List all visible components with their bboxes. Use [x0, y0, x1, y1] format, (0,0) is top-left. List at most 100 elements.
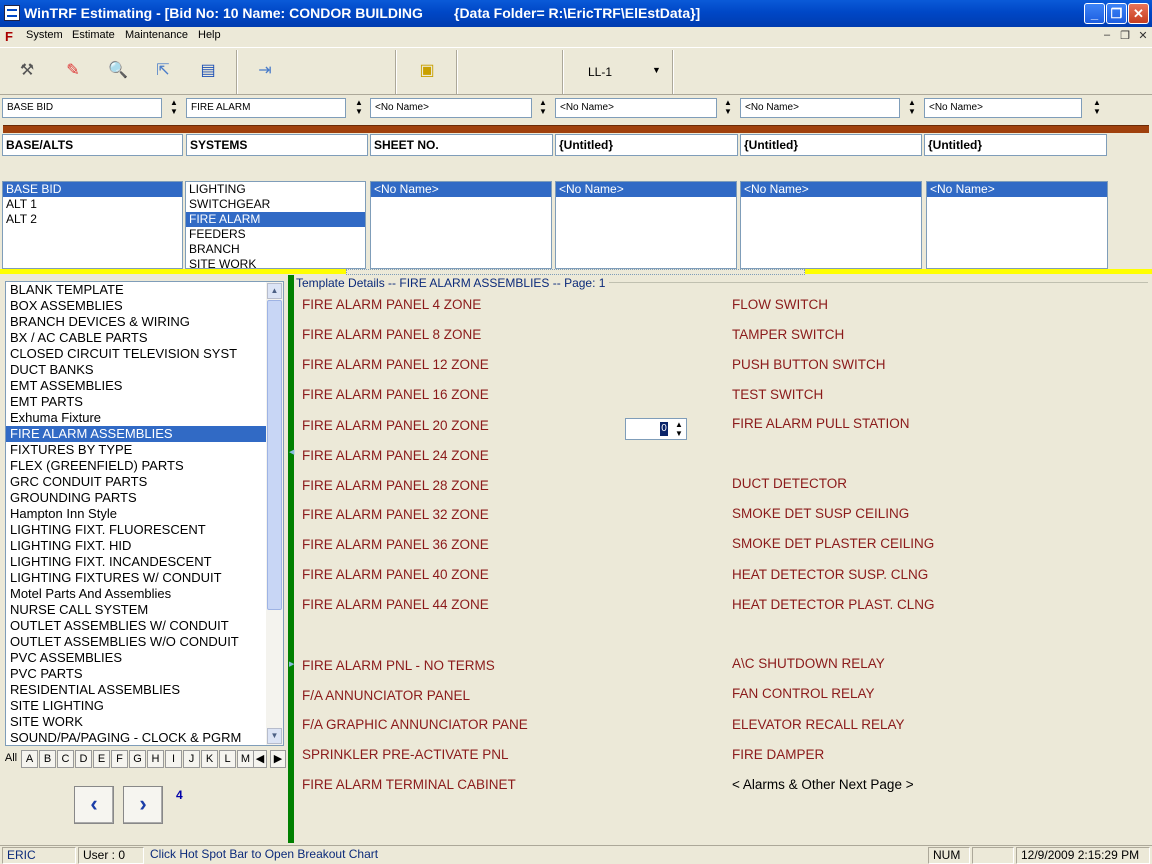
assembly-item[interactable]: PVC PARTS: [6, 666, 283, 682]
untitled2-list[interactable]: <No Name>: [740, 181, 922, 269]
alpha-c-button[interactable]: C: [57, 750, 74, 768]
assembly-item[interactable]: BX / AC CABLE PARTS: [6, 330, 283, 346]
template-item[interactable]: FIRE ALARM PANEL 28 ZONE: [302, 478, 489, 493]
eraser-icon[interactable]: ✎: [60, 58, 86, 84]
alpha-g-button[interactable]: G: [129, 750, 146, 768]
assembly-item[interactable]: CLOSED CIRCUIT TELEVISION SYST: [6, 346, 283, 362]
untitled3-list[interactable]: <No Name>: [926, 181, 1108, 269]
assembly-item[interactable]: RESIDENTIAL ASSEMBLIES: [6, 682, 283, 698]
menu-system[interactable]: System: [26, 29, 63, 41]
next-page-link[interactable]: < Alarms & Other Next Page >: [732, 777, 914, 792]
assembly-item[interactable]: Exhuma Fixture: [6, 410, 283, 426]
prev-page-button[interactable]: ‹: [74, 786, 114, 824]
template-item[interactable]: FIRE ALARM TERMINAL CABINET: [302, 777, 516, 792]
list-item[interactable]: ALT 2: [3, 212, 182, 227]
assembly-item[interactable]: BOX ASSEMBLIES: [6, 298, 283, 314]
template-item[interactable]: FIRE ALARM PANEL 40 ZONE: [302, 567, 489, 582]
untitled3-combo[interactable]: <No Name>: [924, 98, 1082, 118]
list-item[interactable]: <No Name>: [556, 182, 736, 197]
system-spin-icon[interactable]: ▲ ▼: [352, 98, 366, 118]
template-item[interactable]: FLOW SWITCH: [732, 297, 828, 312]
alpha-scroll-left-icon[interactable]: ◀: [253, 750, 267, 768]
alpha-scroll-right-icon[interactable]: ▶: [270, 750, 286, 768]
template-item[interactable]: F/A GRAPHIC ANNUNCIATOR PANE: [302, 717, 528, 732]
menu-maintenance[interactable]: Maintenance: [125, 29, 188, 41]
magnifier-icon[interactable]: 🔍: [105, 58, 131, 84]
alpha-l-button[interactable]: L: [219, 750, 236, 768]
template-item[interactable]: SMOKE DET PLASTER CEILING: [732, 536, 934, 551]
exit-door-icon[interactable]: ⇥: [252, 58, 278, 84]
untitled1-spin-icon[interactable]: ▲ ▼: [721, 98, 735, 118]
ruler-icon[interactable]: ▣: [414, 58, 440, 84]
assembly-item[interactable]: OUTLET ASSEMBLIES W/O CONDUIT: [6, 634, 283, 650]
alpha-k-button[interactable]: K: [201, 750, 218, 768]
list-item[interactable]: SWITCHGEAR: [186, 197, 365, 212]
list-item[interactable]: LIGHTING: [186, 182, 365, 197]
assembly-scrollbar[interactable]: ▲ ▼: [266, 282, 283, 745]
vertical-splitter[interactable]: [288, 275, 294, 843]
assembly-item[interactable]: FIXTURES BY TYPE: [6, 442, 283, 458]
alpha-a-button[interactable]: A: [21, 750, 38, 768]
alpha-all-button[interactable]: All: [2, 750, 20, 768]
assembly-item[interactable]: Motel Parts And Assemblies: [6, 586, 283, 602]
template-item[interactable]: FIRE ALARM PANEL 20 ZONE: [302, 418, 489, 433]
template-item[interactable]: FIRE ALARM PANEL 24 ZONE: [302, 448, 489, 463]
assembly-item[interactable]: GROUNDING PARTS: [6, 490, 283, 506]
assembly-item[interactable]: BLANK TEMPLATE: [6, 282, 283, 298]
assembly-item[interactable]: EMT PARTS: [6, 394, 283, 410]
alpha-m-button[interactable]: M: [237, 750, 254, 768]
template-item[interactable]: FIRE DAMPER: [732, 747, 824, 762]
list-item[interactable]: FIRE ALARM: [186, 212, 365, 227]
template-item[interactable]: FIRE ALARM PANEL 8 ZONE: [302, 327, 481, 342]
pointer-icon[interactable]: ⇱: [150, 58, 176, 84]
alpha-j-button[interactable]: J: [183, 750, 200, 768]
close-button[interactable]: ✕: [1128, 3, 1149, 24]
template-item[interactable]: F/A ANNUNCIATOR PANEL: [302, 688, 470, 703]
assembly-item[interactable]: DUCT BANKS: [6, 362, 283, 378]
sheet-combo[interactable]: <No Name>: [370, 98, 532, 118]
template-item[interactable]: SPRINKLER PRE-ACTIVATE PNL: [302, 747, 509, 762]
alpha-e-button[interactable]: E: [93, 750, 110, 768]
quantity-value[interactable]: 0: [660, 422, 668, 436]
hammer-icon[interactable]: ⚒: [14, 58, 40, 84]
mdi-restore-icon[interactable]: ❐: [1117, 29, 1133, 44]
base-alts-list[interactable]: BASE BID ALT 1 ALT 2: [2, 181, 183, 269]
system-combo[interactable]: FIRE ALARM: [186, 98, 346, 118]
list-item[interactable]: SITE WORK: [186, 257, 365, 268]
template-item[interactable]: PUSH BUTTON SWITCH: [732, 357, 886, 372]
list-item[interactable]: <No Name>: [371, 182, 551, 197]
template-item[interactable]: FIRE ALARM PANEL 36 ZONE: [302, 537, 489, 552]
untitled2-combo[interactable]: <No Name>: [740, 98, 900, 118]
quantity-spin-icon[interactable]: ▲ ▼: [673, 420, 685, 438]
untitled2-spin-icon[interactable]: ▲ ▼: [905, 98, 919, 118]
template-item[interactable]: A\C SHUTDOWN RELAY: [732, 656, 885, 671]
menu-help[interactable]: Help: [198, 29, 221, 41]
alpha-i-button[interactable]: I: [165, 750, 182, 768]
base-combo[interactable]: BASE BID: [2, 98, 162, 118]
untitled1-list[interactable]: <No Name>: [555, 181, 737, 269]
hot-spot-bar[interactable]: [3, 125, 1149, 133]
template-item[interactable]: SMOKE DET SUSP CEILING: [732, 506, 909, 521]
assembly-item[interactable]: PVC ASSEMBLIES: [6, 650, 283, 666]
assembly-item[interactable]: EMT ASSEMBLIES: [6, 378, 283, 394]
list-item[interactable]: <No Name>: [741, 182, 921, 197]
alpha-h-button[interactable]: H: [147, 750, 164, 768]
systems-list[interactable]: LIGHTING SWITCHGEAR FIRE ALARM FEEDERS B…: [185, 181, 366, 269]
base-spin-icon[interactable]: ▲ ▼: [167, 98, 181, 118]
assembly-item[interactable]: LIGHTING FIXT. INCANDESCENT: [6, 554, 283, 570]
untitled3-spin-icon[interactable]: ▲ ▼: [1090, 98, 1104, 118]
list-item[interactable]: FEEDERS: [186, 227, 365, 242]
template-item[interactable]: FIRE ALARM PNL - NO TERMS: [302, 658, 495, 673]
template-item[interactable]: HEAT DETECTOR SUSP. CLNG: [732, 567, 928, 582]
scroll-up-icon[interactable]: ▲: [267, 283, 282, 299]
assembly-item[interactable]: BRANCH DEVICES & WIRING: [6, 314, 283, 330]
mdi-close-icon[interactable]: ✕: [1135, 29, 1151, 44]
template-item[interactable]: FIRE ALARM PULL STATION: [732, 416, 910, 431]
list-item[interactable]: BRANCH: [186, 242, 365, 257]
template-item[interactable]: TAMPER SWITCH: [732, 327, 844, 342]
template-item[interactable]: FIRE ALARM PANEL 12 ZONE: [302, 357, 489, 372]
list-item[interactable]: ALT 1: [3, 197, 182, 212]
assembly-item[interactable]: LIGHTING FIXTURES W/ CONDUIT: [6, 570, 283, 586]
template-item[interactable]: FIRE ALARM PANEL 4 ZONE: [302, 297, 481, 312]
list-item[interactable]: <No Name>: [927, 182, 1107, 197]
